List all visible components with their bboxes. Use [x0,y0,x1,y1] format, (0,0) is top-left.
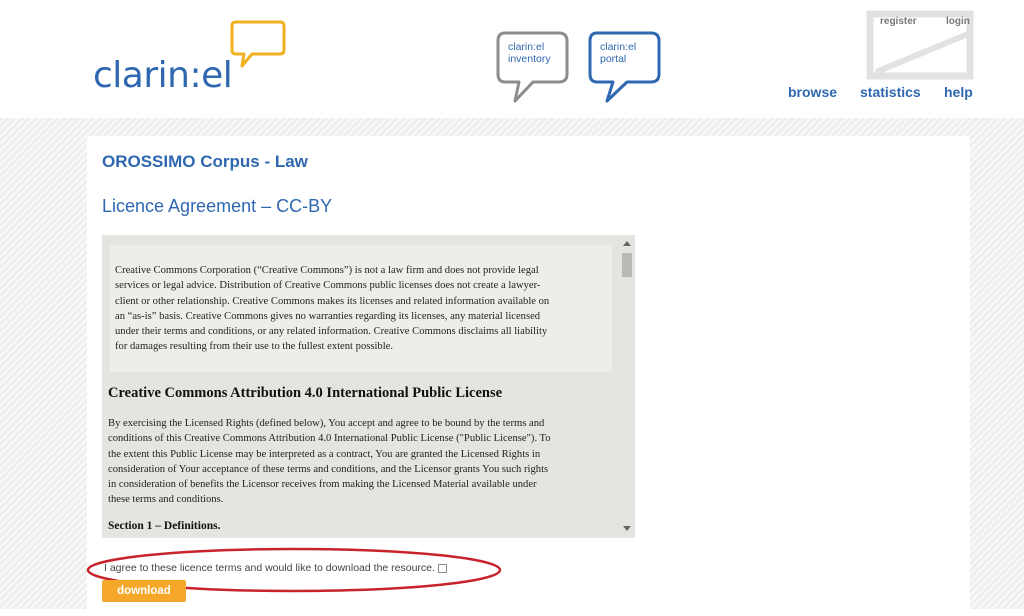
speech-bubble-icon [230,20,286,68]
agree-label: I agree to these licence terms and would… [104,562,435,574]
scroll-thumb[interactable] [622,253,632,277]
scroll-down-arrow-icon[interactable] [623,526,631,531]
resource-title: OROSSIMO Corpus - Law [102,152,308,171]
body-line: By exercising the Licensed Rights (defin… [108,418,545,429]
body-line: conditions of this Creative Commons Attr… [108,433,551,445]
licence-title: Licence Agreement – CC-BY [102,196,333,216]
register-link[interactable]: register [880,16,917,27]
body-line: these terms and conditions. [108,494,224,506]
portal-label: clarin:el portal [600,41,637,65]
nav-statistics[interactable]: statistics [860,84,921,100]
licence-scrollbar[interactable] [619,235,635,538]
nav-browse[interactable]: browse [788,84,837,100]
notice-line: for damages resulting from their use to … [115,341,394,353]
licence-notice: Creative Commons Corporation (“Creative … [110,245,612,372]
licence-text-box[interactable]: Creative Commons Corporation (“Creative … [102,235,635,538]
licence-body: By exercising the Licensed Rights (defin… [108,416,610,508]
body-line: in consideration of benefits the Licenso… [108,479,537,491]
agree-checkbox[interactable] [437,563,447,573]
notice-line: Creative Commons Corporation (“Creative … [115,265,539,276]
site-header: clarin:el clarin:el inventory clarin:el … [0,0,1024,118]
clarin-el-logo[interactable]: clarin:el [93,58,233,94]
inventory-link[interactable]: clarin:el inventory [495,30,571,104]
login-link[interactable]: login [946,16,970,27]
inventory-label: clarin:el inventory [508,41,551,65]
notice-line: under their terms and conditions, or any… [115,326,548,338]
body-line: consideration of Your acceptance of thes… [108,463,549,475]
section-heading: Section 1 – Definitions. [108,520,221,532]
licence-heading: Creative Commons Attribution 4.0 Interna… [108,385,503,401]
agree-row: I agree to these licence terms and would… [104,562,447,574]
notice-line: client or other relationship. Creative C… [115,295,550,307]
download-button[interactable]: download [102,580,186,602]
notice-line: services or legal advice. Distribution o… [115,280,541,292]
scroll-up-arrow-icon[interactable] [623,241,631,246]
nav-help[interactable]: help [944,84,973,100]
body-line: the extent this Public License may be in… [108,448,541,460]
notice-line: an “as-is” basis. Creative Commons gives… [115,310,541,322]
portal-link[interactable]: clarin:el portal [587,30,663,104]
